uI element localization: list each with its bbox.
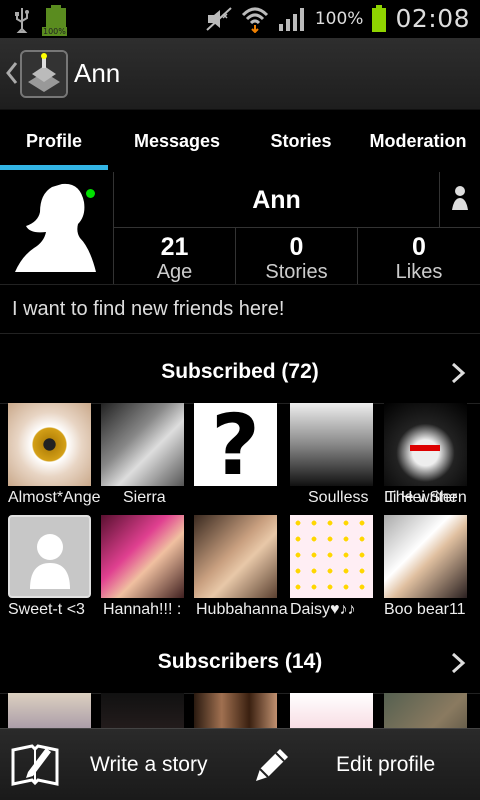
stat-likes-label: Likes bbox=[395, 261, 443, 283]
user-tile[interactable]: Daisy♥♪♪ bbox=[282, 515, 375, 627]
profile-name: Ann bbox=[113, 172, 439, 228]
edit-profile-button[interactable]: Edit profile bbox=[250, 729, 435, 800]
user-tile[interactable]: Li Hei Shen bbox=[376, 403, 469, 515]
user-name: Daisy♥♪♪ bbox=[290, 601, 356, 618]
person-icon bbox=[452, 186, 468, 210]
profile-header: Ann 21 Age 0 Stories 0 Likes bbox=[0, 172, 480, 284]
user-thumbnail-placeholder bbox=[8, 515, 91, 598]
status-bar: 100% 100% 02:08 bbox=[0, 0, 480, 38]
wifi-icon bbox=[241, 7, 268, 33]
user-tile[interactable]: Almost*Angel bbox=[0, 403, 100, 515]
user-thumbnail-pink-hair bbox=[290, 693, 373, 728]
user-thumbnail-emoji bbox=[290, 515, 373, 598]
chevron-right-icon bbox=[451, 362, 466, 384]
action-bar: Ann bbox=[0, 38, 480, 110]
stat-age-value: 21 bbox=[160, 233, 189, 261]
stat-likes-value: 0 bbox=[412, 233, 426, 261]
stat-stories-label: Stories bbox=[265, 261, 328, 283]
user-thumbnail-pug bbox=[8, 693, 91, 728]
tab-moderation[interactable]: Moderation bbox=[356, 110, 480, 170]
subscribed-title: Subscribed (72) bbox=[161, 360, 319, 383]
subscribed-grid: Almost*Angel Sierra ? The writer Soulles… bbox=[0, 403, 480, 627]
user-tile[interactable]: Soulless bbox=[282, 403, 375, 515]
subscribed-header[interactable]: Subscribed (72) bbox=[0, 340, 480, 404]
tab-bar: Profile Messages Stories Moderation bbox=[0, 110, 480, 170]
signal-icon bbox=[278, 7, 304, 31]
stat-age-label: Age bbox=[156, 261, 193, 283]
user-thumbnail-angel bbox=[290, 403, 373, 486]
bottom-action-bar: Write a story Edit profile bbox=[0, 728, 480, 800]
user-name: Almost*Angel bbox=[8, 489, 100, 506]
user-tile[interactable]: Hannah!!! : bbox=[93, 515, 186, 627]
user-thumbnail-group bbox=[194, 693, 277, 728]
write-book-icon bbox=[11, 744, 59, 786]
user-tile[interactable] bbox=[376, 693, 469, 728]
stat-stories-value: 0 bbox=[289, 233, 304, 261]
page-title: Ann bbox=[74, 58, 121, 88]
tab-stories[interactable]: Stories bbox=[246, 110, 356, 170]
mute-icon bbox=[206, 6, 232, 31]
battery-small-icon: 100% bbox=[42, 5, 68, 36]
user-name: Soulless bbox=[308, 489, 369, 506]
profile-avatar[interactable] bbox=[0, 172, 113, 284]
user-thumbnail-eye bbox=[8, 403, 91, 486]
app-avatar[interactable] bbox=[20, 50, 68, 98]
user-name: Hubbahanna bbox=[196, 601, 288, 618]
user-tile[interactable]: Boo bear11 bbox=[376, 515, 469, 627]
user-thumbnail-dog bbox=[101, 403, 184, 486]
clock: 02:08 bbox=[395, 4, 470, 33]
stat-stories[interactable]: 0 Stories bbox=[235, 228, 357, 284]
user-tile[interactable]: Sweet-t <3 bbox=[0, 515, 93, 627]
user-thumbnail-anime bbox=[384, 403, 467, 486]
user-tile[interactable] bbox=[93, 693, 186, 728]
user-name: Boo bear11 bbox=[384, 601, 466, 618]
edit-profile-label: Edit profile bbox=[336, 753, 436, 776]
user-tile[interactable] bbox=[0, 693, 93, 728]
pencil-icon bbox=[256, 749, 288, 781]
chevron-right-icon bbox=[451, 652, 466, 674]
default-user-icon bbox=[30, 534, 70, 589]
user-tile[interactable] bbox=[186, 693, 279, 728]
user-thumbnail-dark bbox=[101, 693, 184, 728]
user-name: Hannah!!! : bbox=[103, 601, 182, 618]
subscribers-header[interactable]: Subscribers (14) bbox=[0, 630, 480, 694]
back-chevron-icon[interactable] bbox=[5, 60, 19, 86]
subscribers-grid bbox=[0, 693, 480, 728]
user-name: Sierra bbox=[123, 489, 166, 506]
user-tile[interactable]: Sierra bbox=[93, 403, 186, 515]
user-thumbnail-selfie bbox=[384, 515, 467, 598]
tab-messages[interactable]: Messages bbox=[108, 110, 246, 170]
user-thumbnail-question: ? bbox=[194, 403, 277, 486]
subscribers-title: Subscribers (14) bbox=[157, 650, 323, 673]
user-tile[interactable] bbox=[282, 693, 375, 728]
write-story-button[interactable]: Write a story bbox=[10, 729, 207, 800]
tab-profile[interactable]: Profile bbox=[0, 110, 108, 170]
profile-status-text: I want to find new friends here! bbox=[0, 284, 480, 334]
usb-icon bbox=[15, 8, 29, 33]
user-tile[interactable]: Hubbahanna bbox=[186, 515, 288, 627]
battery-percent: 100% bbox=[314, 8, 364, 29]
stat-likes[interactable]: 0 Likes bbox=[357, 228, 480, 284]
profile-person-button[interactable] bbox=[439, 172, 480, 228]
stat-age: 21 Age bbox=[113, 228, 235, 284]
user-thumbnail-girl-pink bbox=[101, 515, 184, 598]
user-thumbnail-bear bbox=[384, 693, 467, 728]
battery-icon bbox=[372, 4, 387, 32]
user-name: Sweet-t <3 bbox=[8, 601, 85, 618]
battery-small-label: 100% bbox=[42, 27, 67, 36]
online-indicator bbox=[86, 189, 95, 198]
user-name: Li Hei Shen bbox=[384, 489, 467, 506]
write-story-label: Write a story bbox=[90, 753, 208, 776]
user-thumbnail-girl bbox=[194, 515, 277, 598]
user-tile[interactable]: ? The writer bbox=[186, 403, 457, 515]
